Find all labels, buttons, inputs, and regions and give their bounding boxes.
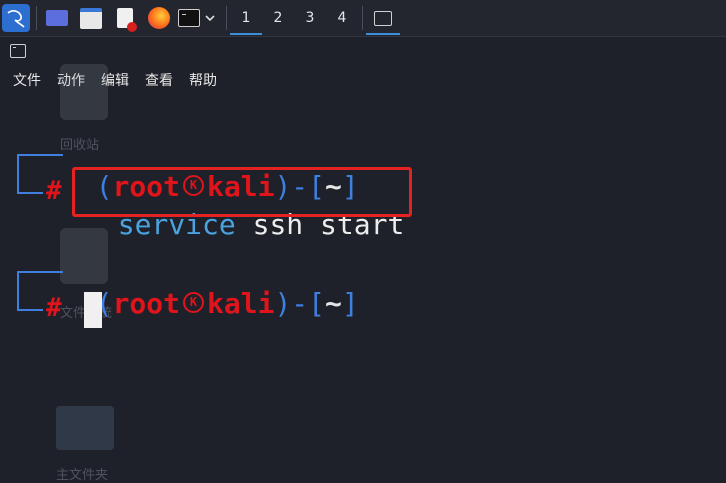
file-manager-icon[interactable] [78, 5, 104, 31]
taskbar-separator [36, 6, 37, 30]
workspace-3[interactable]: 3 [298, 8, 322, 30]
text-editor-icon[interactable] [112, 5, 138, 32]
prompt2-close: )-[ [274, 287, 326, 320]
workspace-2[interactable]: 2 [266, 8, 290, 30]
command-highlight-box [72, 167, 412, 217]
desktop-icon[interactable] [44, 5, 70, 31]
kali-dragon-icon: K [183, 291, 205, 313]
firefox-icon[interactable] [146, 5, 172, 31]
menu-help[interactable]: 帮助 [189, 70, 217, 90]
workspace-1[interactable]: 1 [234, 8, 258, 30]
chevron-down-icon[interactable] [202, 5, 218, 31]
terminal-icon[interactable] [176, 5, 202, 31]
taskbar: 1 2 3 4 [0, 0, 726, 37]
workspace-4[interactable]: 4 [330, 8, 354, 30]
terminal-window-icon [10, 44, 26, 58]
menu-file[interactable]: 文件 [13, 70, 41, 90]
prompt-connector-left [17, 154, 19, 194]
terminal-cursor[interactable] [84, 292, 102, 328]
home-folder-label: 主文件夹 [56, 468, 109, 483]
prompt2-connector-bottom [17, 309, 43, 311]
prompt2-connector-left [17, 271, 19, 311]
workspace-active-indicator [230, 33, 262, 35]
taskbar-separator [362, 6, 363, 30]
kali-menu-icon[interactable] [2, 4, 30, 32]
prompt-hash: # [46, 176, 62, 206]
prompt-line-2: (root Kkali)-[~] [62, 253, 359, 321]
prompt-connector-top [17, 154, 63, 156]
terminal-window-button[interactable] [370, 5, 396, 31]
prompt2-connector-top [17, 271, 63, 273]
window-active-indicator [366, 33, 400, 35]
menu-view[interactable]: 查看 [145, 70, 173, 90]
home-folder-icon [56, 406, 114, 450]
prompt2-user: root [112, 287, 181, 320]
prompt2-host: kali [207, 287, 275, 320]
prompt2-dir: ~ [325, 287, 342, 320]
prompt2-hash: # [46, 293, 62, 323]
menubar: 文件 动作 编辑 查看 帮助 [0, 66, 726, 92]
prompt-connector-bottom [17, 192, 43, 194]
prompt2-end: ] [341, 287, 359, 320]
taskbar-separator [226, 6, 227, 30]
trash-icon [60, 64, 108, 120]
